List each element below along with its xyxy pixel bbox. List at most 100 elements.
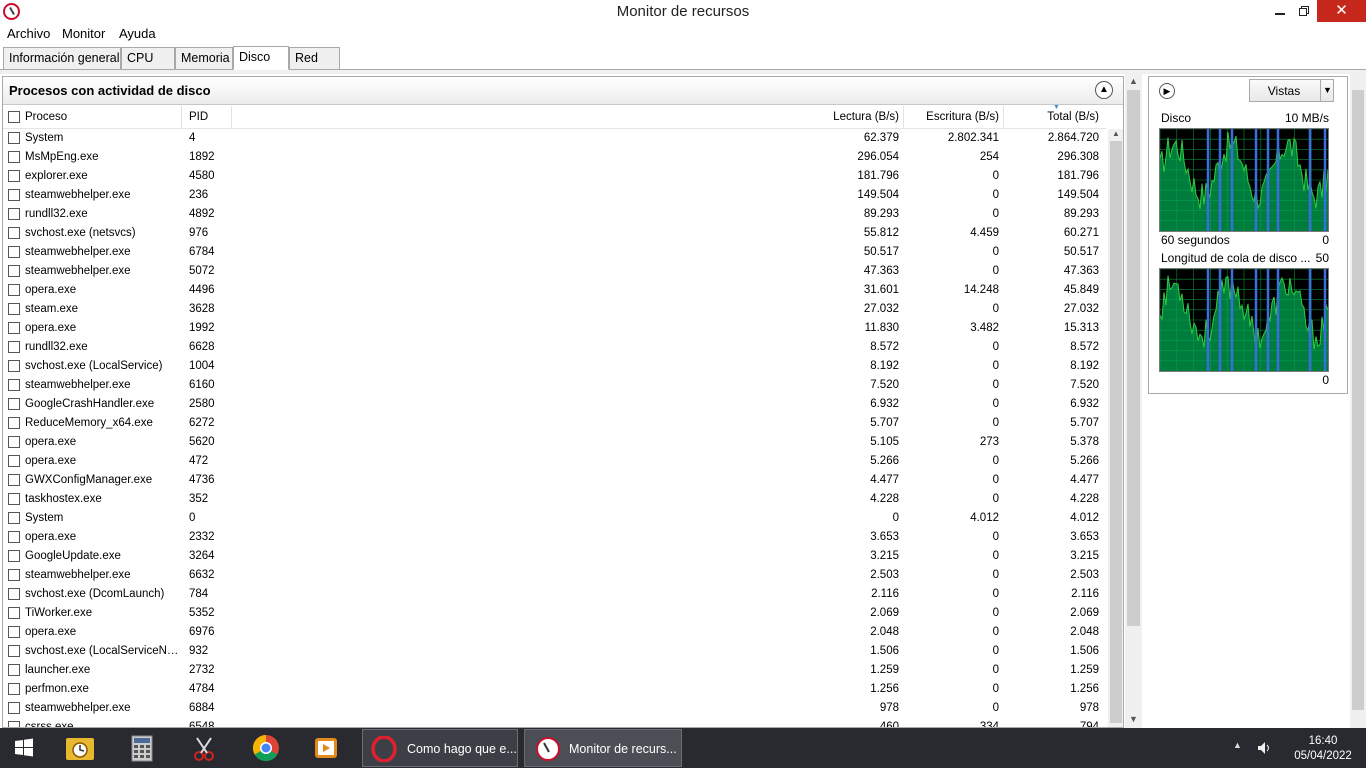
row-checkbox[interactable] — [8, 702, 20, 714]
table-row[interactable]: ReduceMemory_x64.exe 6272 5.707 0 5.707 — [3, 414, 1107, 433]
row-checkbox[interactable] — [8, 170, 20, 182]
row-checkbox[interactable] — [8, 265, 20, 277]
collapse-button[interactable]: ▲ — [1095, 81, 1113, 99]
table-row[interactable]: rundll32.exe 6628 8.572 0 8.572 — [3, 338, 1107, 357]
panel-header[interactable]: Procesos con actividad de disco ▲ — [3, 77, 1123, 105]
taskbar-window-monitor[interactable]: Monitor de recurs... — [524, 729, 682, 767]
col-total[interactable]: Total (B/s) — [1003, 111, 1099, 123]
row-checkbox[interactable] — [8, 645, 20, 657]
table-row[interactable]: opera.exe 4496 31.601 14.248 45.849 — [3, 281, 1107, 300]
row-checkbox[interactable] — [8, 379, 20, 391]
chrome-icon[interactable] — [246, 732, 286, 764]
table-row[interactable]: opera.exe 2332 3.653 0 3.653 — [3, 528, 1107, 547]
row-checkbox[interactable] — [8, 550, 20, 562]
col-lectura[interactable]: Lectura (B/s) — [783, 111, 899, 123]
row-checkbox[interactable] — [8, 398, 20, 410]
row-checkbox[interactable] — [8, 607, 20, 619]
media-player-icon[interactable] — [306, 732, 346, 764]
menu-ayuda[interactable]: Ayuda — [119, 26, 156, 41]
row-checkbox[interactable] — [8, 189, 20, 201]
table-row[interactable]: csrss.exe 6548 460 334 794 — [3, 718, 1107, 727]
table-row[interactable]: svchost.exe (LocalService) 1004 8.192 0 8.19… — [3, 357, 1107, 376]
tab-cpu[interactable]: CPU — [121, 47, 175, 69]
row-checkbox[interactable] — [8, 417, 20, 429]
calculator-icon[interactable] — [122, 732, 162, 764]
col-proceso[interactable]: Proceso — [25, 111, 67, 123]
row-checkbox[interactable] — [8, 626, 20, 638]
main-scrollbar[interactable]: ▲ ▼ — [1125, 74, 1142, 728]
minimize-button[interactable] — [1268, 0, 1292, 22]
table-row[interactable]: opera.exe 472 5.266 0 5.266 — [3, 452, 1107, 471]
row-checkbox[interactable] — [8, 721, 20, 727]
table-row[interactable]: opera.exe 5620 5.105 273 5.378 — [3, 433, 1107, 452]
chevron-right-icon[interactable]: ▶ — [1159, 83, 1175, 99]
row-checkbox[interactable] — [8, 683, 20, 695]
system-clock[interactable]: 16:40 05/04/2022 — [1288, 734, 1358, 764]
table-row[interactable]: opera.exe 1992 11.830 3.482 15.313 — [3, 319, 1107, 338]
row-checkbox[interactable] — [8, 436, 20, 448]
menu-monitor[interactable]: Monitor — [62, 26, 105, 41]
row-checkbox[interactable] — [8, 322, 20, 334]
table-row[interactable]: steamwebhelper.exe 6884 978 0 978 — [3, 699, 1107, 718]
row-checkbox[interactable] — [8, 588, 20, 600]
col-pid[interactable]: PID — [189, 111, 208, 123]
scroll-up-icon[interactable]: ▲ — [1129, 76, 1138, 86]
select-all-checkbox[interactable] — [8, 111, 20, 123]
scroll-thumb[interactable] — [1127, 90, 1140, 626]
row-checkbox[interactable] — [8, 284, 20, 296]
row-checkbox[interactable] — [8, 474, 20, 486]
table-row[interactable]: GoogleUpdate.exe 3264 3.215 0 3.215 — [3, 547, 1107, 566]
restore-button[interactable] — [1292, 0, 1316, 22]
row-checkbox[interactable] — [8, 493, 20, 505]
table-row[interactable]: perfmon.exe 4784 1.256 0 1.256 — [3, 680, 1107, 699]
table-row[interactable]: svchost.exe (DcomLaunch) 784 2.116 0 2.116 — [3, 585, 1107, 604]
row-checkbox[interactable] — [8, 569, 20, 581]
close-button[interactable]: ✕ — [1317, 0, 1366, 22]
row-checkbox[interactable] — [8, 303, 20, 315]
row-checkbox[interactable] — [8, 132, 20, 144]
table-row[interactable]: steamwebhelper.exe 236 149.504 0 149.504 — [3, 186, 1107, 205]
row-checkbox[interactable] — [8, 227, 20, 239]
table-row[interactable]: steam.exe 3628 27.032 0 27.032 — [3, 300, 1107, 319]
row-checkbox[interactable] — [8, 208, 20, 220]
table-row[interactable]: launcher.exe 2732 1.259 0 1.259 — [3, 661, 1107, 680]
table-row[interactable]: System 4 62.379 2.802.341 2.864.720 — [3, 129, 1107, 148]
table-row[interactable]: explorer.exe 4580 181.796 0 181.796 — [3, 167, 1107, 186]
row-checkbox[interactable] — [8, 360, 20, 372]
windows-start-icon[interactable] — [4, 732, 44, 764]
table-row[interactable]: GWXConfigManager.exe 4736 4.477 0 4.477 — [3, 471, 1107, 490]
table-row[interactable]: steamwebhelper.exe 6784 50.517 0 50.517 — [3, 243, 1107, 262]
row-checkbox[interactable] — [8, 512, 20, 524]
table-row[interactable]: steamwebhelper.exe 5072 47.363 0 47.363 — [3, 262, 1107, 281]
table-row[interactable]: taskhostex.exe 352 4.228 0 4.228 — [3, 490, 1107, 509]
row-checkbox[interactable] — [8, 341, 20, 353]
table-row[interactable]: steamwebhelper.exe 6160 7.520 0 7.520 — [3, 376, 1107, 395]
outlook-icon[interactable] — [60, 732, 100, 764]
tab-informacion-general[interactable]: Información general — [3, 47, 121, 69]
row-checkbox[interactable] — [8, 246, 20, 258]
snipping-tool-icon[interactable] — [184, 732, 224, 764]
table-row[interactable]: System 0 0 4.012 4.012 — [3, 509, 1107, 528]
row-checkbox[interactable] — [8, 664, 20, 676]
table-row[interactable]: rundll32.exe 4892 89.293 0 89.293 — [3, 205, 1107, 224]
table-row[interactable]: opera.exe 6976 2.048 0 2.048 — [3, 623, 1107, 642]
table-row[interactable]: svchost.exe (netsvcs) 976 55.812 4.459 60.27… — [3, 224, 1107, 243]
row-checkbox[interactable] — [8, 531, 20, 543]
dropdown-arrow-icon[interactable]: ▼ — [1320, 80, 1334, 101]
table-row[interactable]: TiWorker.exe 5352 2.069 0 2.069 — [3, 604, 1107, 623]
taskbar-window-opera[interactable]: Como hago que e... — [362, 729, 518, 767]
table-row[interactable]: GoogleCrashHandler.exe 2580 6.932 0 6.932 — [3, 395, 1107, 414]
scroll-thumb[interactable] — [1110, 141, 1122, 723]
scroll-down-icon[interactable]: ▼ — [1129, 714, 1138, 724]
vistas-dropdown[interactable]: Vistas ▼ — [1249, 79, 1334, 102]
table-scrollbar[interactable]: ▲ — [1108, 129, 1123, 727]
col-escritura[interactable]: Escritura (B/s) — [903, 111, 999, 123]
table-row[interactable]: svchost.exe (LocalServiceNetw... 932 1.506… — [3, 642, 1107, 661]
graphs-scrollbar[interactable] — [1350, 74, 1366, 728]
menu-archivo[interactable]: Archivo — [7, 26, 50, 41]
tab-memoria[interactable]: Memoria — [175, 47, 233, 69]
table-row[interactable]: steamwebhelper.exe 6632 2.503 0 2.503 — [3, 566, 1107, 585]
speaker-icon[interactable] — [1256, 740, 1272, 756]
tray-chevron-up-icon[interactable]: ▲ — [1233, 740, 1242, 750]
scroll-up-icon[interactable]: ▲ — [1112, 129, 1120, 138]
